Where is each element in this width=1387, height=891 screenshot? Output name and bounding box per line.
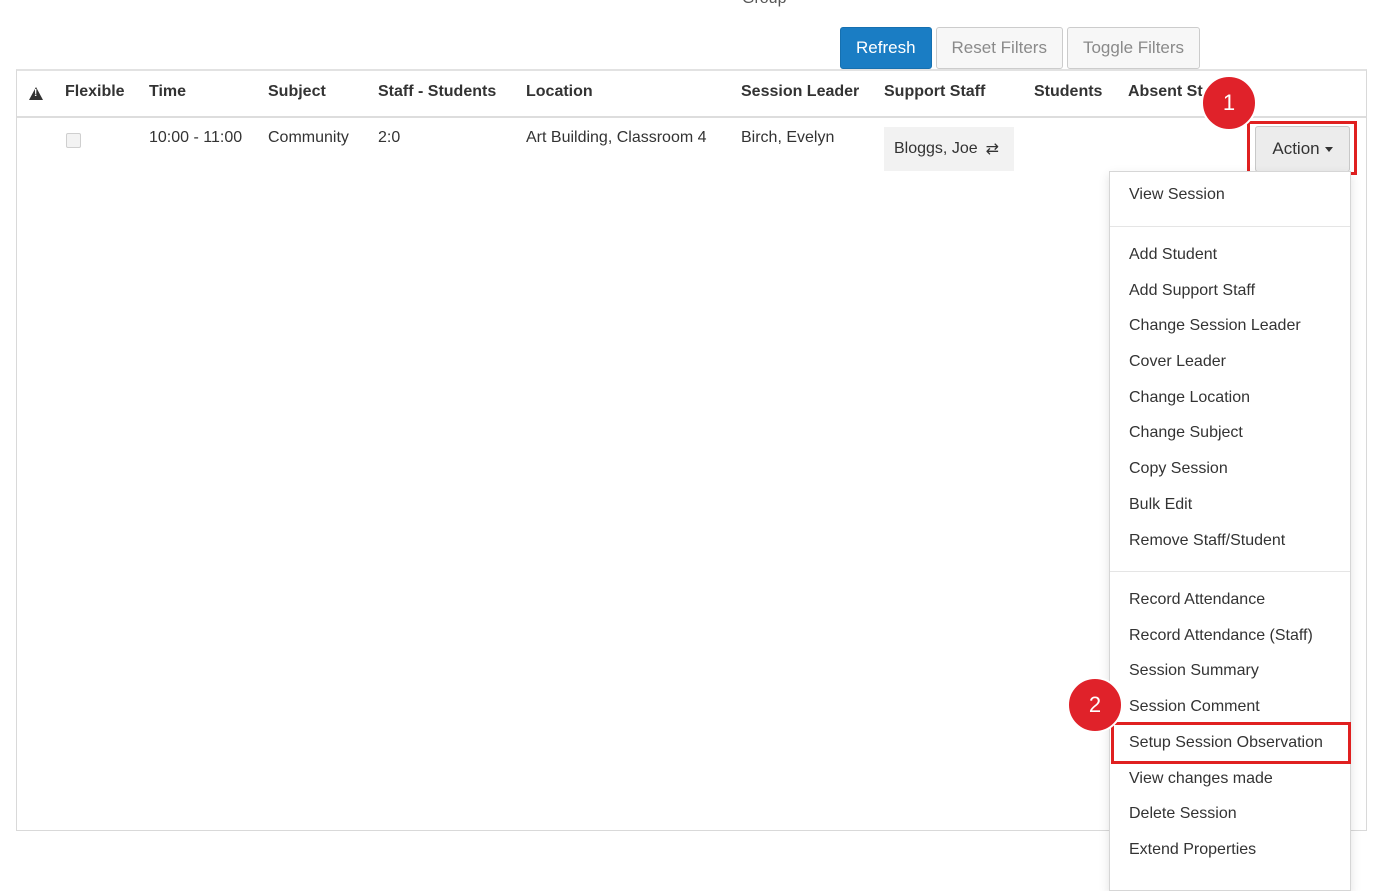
cell-session-leader: Birch, Evelyn (741, 129, 835, 146)
menu-item-session-summary[interactable]: Session Summary (1129, 662, 1259, 680)
menu-item-extend-properties[interactable]: Extend Properties (1129, 841, 1256, 859)
cell-location: Art Building, Classroom 4 (526, 129, 707, 146)
menu-item-add-student[interactable]: Add Student (1129, 246, 1217, 264)
column-header-time[interactable]: Time (149, 83, 186, 101)
menu-item-view-changes-made[interactable]: View changes made (1129, 770, 1273, 788)
menu-divider (1110, 571, 1350, 572)
column-header-staff-students[interactable]: Staff - Students (378, 83, 496, 101)
flexible-checkbox[interactable] (66, 133, 81, 148)
cell-time: 10:00 - 11:00 (149, 129, 243, 146)
support-staff-button[interactable]: Bloggs, Joe ⇄ (884, 127, 1014, 171)
action-dropdown-menu: View Session Add Student Add Support Sta… (1109, 171, 1351, 891)
group-label: Group (742, 0, 786, 8)
table-header: Flexible Time Subject Staff - Students L… (17, 71, 1366, 118)
menu-item-record-attendance-staff[interactable]: Record Attendance (Staff) (1129, 627, 1313, 645)
cell-subject: Community (268, 129, 349, 146)
column-header-absent-students[interactable]: Absent St (1128, 83, 1203, 101)
menu-item-change-location[interactable]: Change Location (1129, 389, 1250, 407)
menu-item-delete-session[interactable]: Delete Session (1129, 805, 1237, 823)
cell-staff-students: 2:0 (378, 129, 401, 146)
menu-item-session-comment[interactable]: Session Comment (1129, 698, 1260, 716)
reset-filters-button[interactable]: Reset Filters (935, 27, 1063, 69)
warning-icon (29, 87, 43, 100)
menu-item-change-session-leader[interactable]: Change Session Leader (1129, 317, 1301, 335)
refresh-button[interactable]: Refresh (840, 27, 932, 69)
highlight-setup-session-observation (1111, 722, 1351, 764)
support-staff-name: Bloggs, Joe (894, 140, 978, 157)
menu-divider (1110, 226, 1350, 227)
toolbar: Refresh Reset Filters Toggle Filters (840, 27, 1201, 69)
swap-icon: ⇄ (985, 141, 1000, 158)
column-header-subject[interactable]: Subject (268, 83, 326, 101)
callout-step-2: 2 (1067, 677, 1123, 733)
highlight-action-button (1247, 121, 1357, 175)
column-header-session-leader[interactable]: Session Leader (741, 83, 859, 101)
menu-item-view-session[interactable]: View Session (1129, 186, 1225, 204)
column-header-students[interactable]: Students (1034, 83, 1102, 101)
menu-item-bulk-edit[interactable]: Bulk Edit (1129, 496, 1192, 514)
menu-item-copy-session[interactable]: Copy Session (1129, 460, 1228, 478)
menu-item-add-support-staff[interactable]: Add Support Staff (1129, 282, 1255, 300)
menu-item-remove-staff-student[interactable]: Remove Staff/Student (1129, 532, 1285, 550)
toggle-filters-button[interactable]: Toggle Filters (1066, 27, 1201, 69)
column-header-flexible[interactable]: Flexible (65, 83, 125, 101)
callout-step-1: 1 (1201, 75, 1257, 131)
column-header-location[interactable]: Location (526, 83, 593, 101)
column-header-support-staff[interactable]: Support Staff (884, 83, 985, 101)
menu-item-change-subject[interactable]: Change Subject (1129, 424, 1243, 442)
menu-item-record-attendance[interactable]: Record Attendance (1129, 591, 1265, 609)
menu-item-cover-leader[interactable]: Cover Leader (1129, 353, 1226, 371)
